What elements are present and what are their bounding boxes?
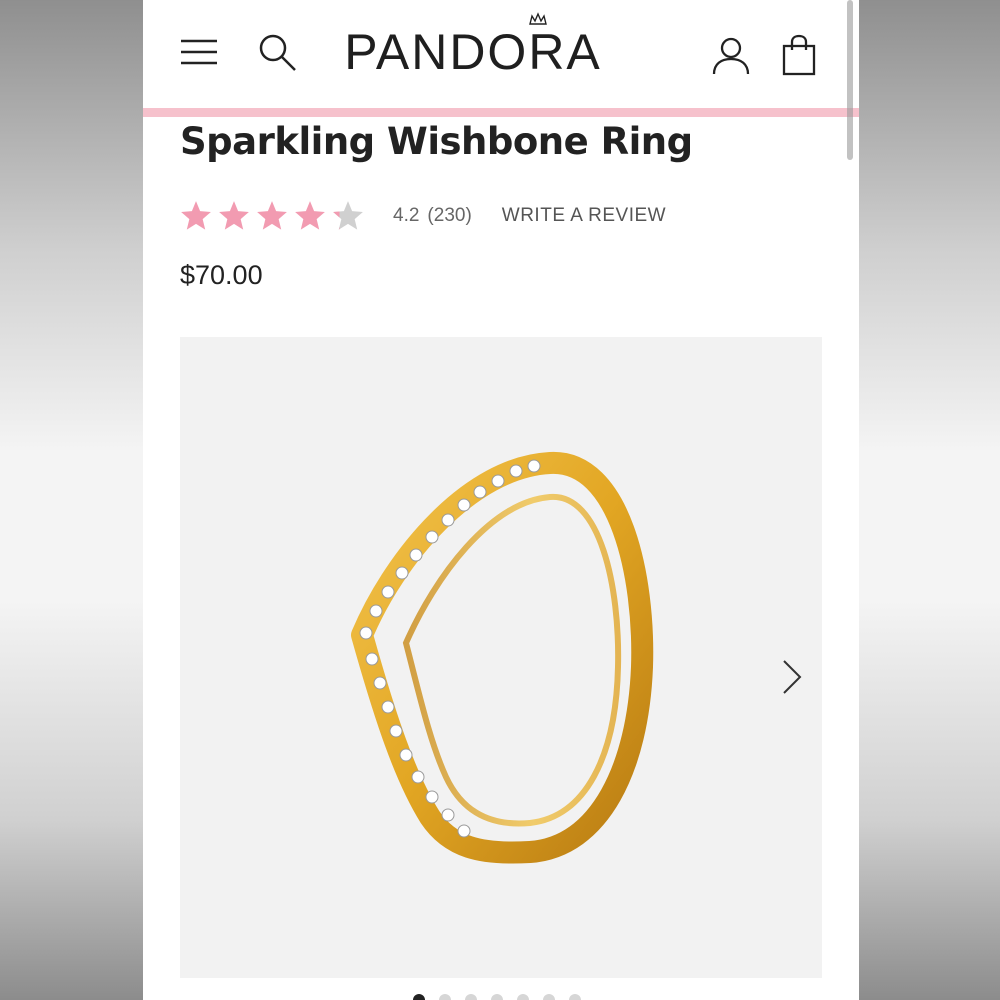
product-image-carousel[interactable]	[180, 337, 822, 978]
star-icon	[219, 201, 249, 230]
carousel-dot[interactable]	[491, 994, 503, 1000]
site-header: PANDORA	[143, 0, 859, 108]
carousel-pagination	[413, 994, 581, 1000]
shopping-bag-button[interactable]	[777, 32, 821, 78]
account-button[interactable]	[709, 34, 753, 78]
rating-row: 4.2 (230) WRITE A REVIEW	[179, 196, 666, 236]
carousel-dot[interactable]	[569, 994, 581, 1000]
product-page: PANDORA Sparkling Wishbone Ring 4.2 (230…	[143, 0, 859, 1000]
scrollbar[interactable]	[847, 0, 853, 160]
ring-image	[351, 452, 654, 864]
carousel-dot[interactable]	[439, 994, 451, 1000]
menu-button[interactable]	[179, 36, 219, 68]
account-icon	[712, 37, 750, 75]
search-icon	[259, 34, 296, 71]
star-icon	[181, 201, 211, 230]
brand-logo[interactable]: PANDORA	[293, 22, 653, 82]
write-review-link[interactable]: WRITE A REVIEW	[502, 205, 666, 227]
star-icon	[257, 201, 287, 230]
chevron-right-icon[interactable]	[780, 657, 804, 697]
menu-icon	[181, 39, 217, 65]
carousel-dot[interactable]	[517, 994, 529, 1000]
carousel-dot[interactable]	[465, 994, 477, 1000]
carousel-dot[interactable]	[413, 994, 425, 1000]
product-title: Sparkling Wishbone Ring	[180, 120, 693, 163]
header-accent-bar	[143, 108, 859, 117]
product-price: $70.00	[180, 260, 263, 290]
rating-value: 4.2	[393, 205, 420, 226]
star-partial-icon	[333, 201, 363, 230]
rating-stars[interactable]	[179, 199, 365, 233]
star-icon	[295, 201, 325, 230]
carousel-dot[interactable]	[543, 994, 555, 1000]
shopping-bag-icon	[782, 34, 816, 76]
review-count[interactable]: (230)	[427, 205, 471, 227]
